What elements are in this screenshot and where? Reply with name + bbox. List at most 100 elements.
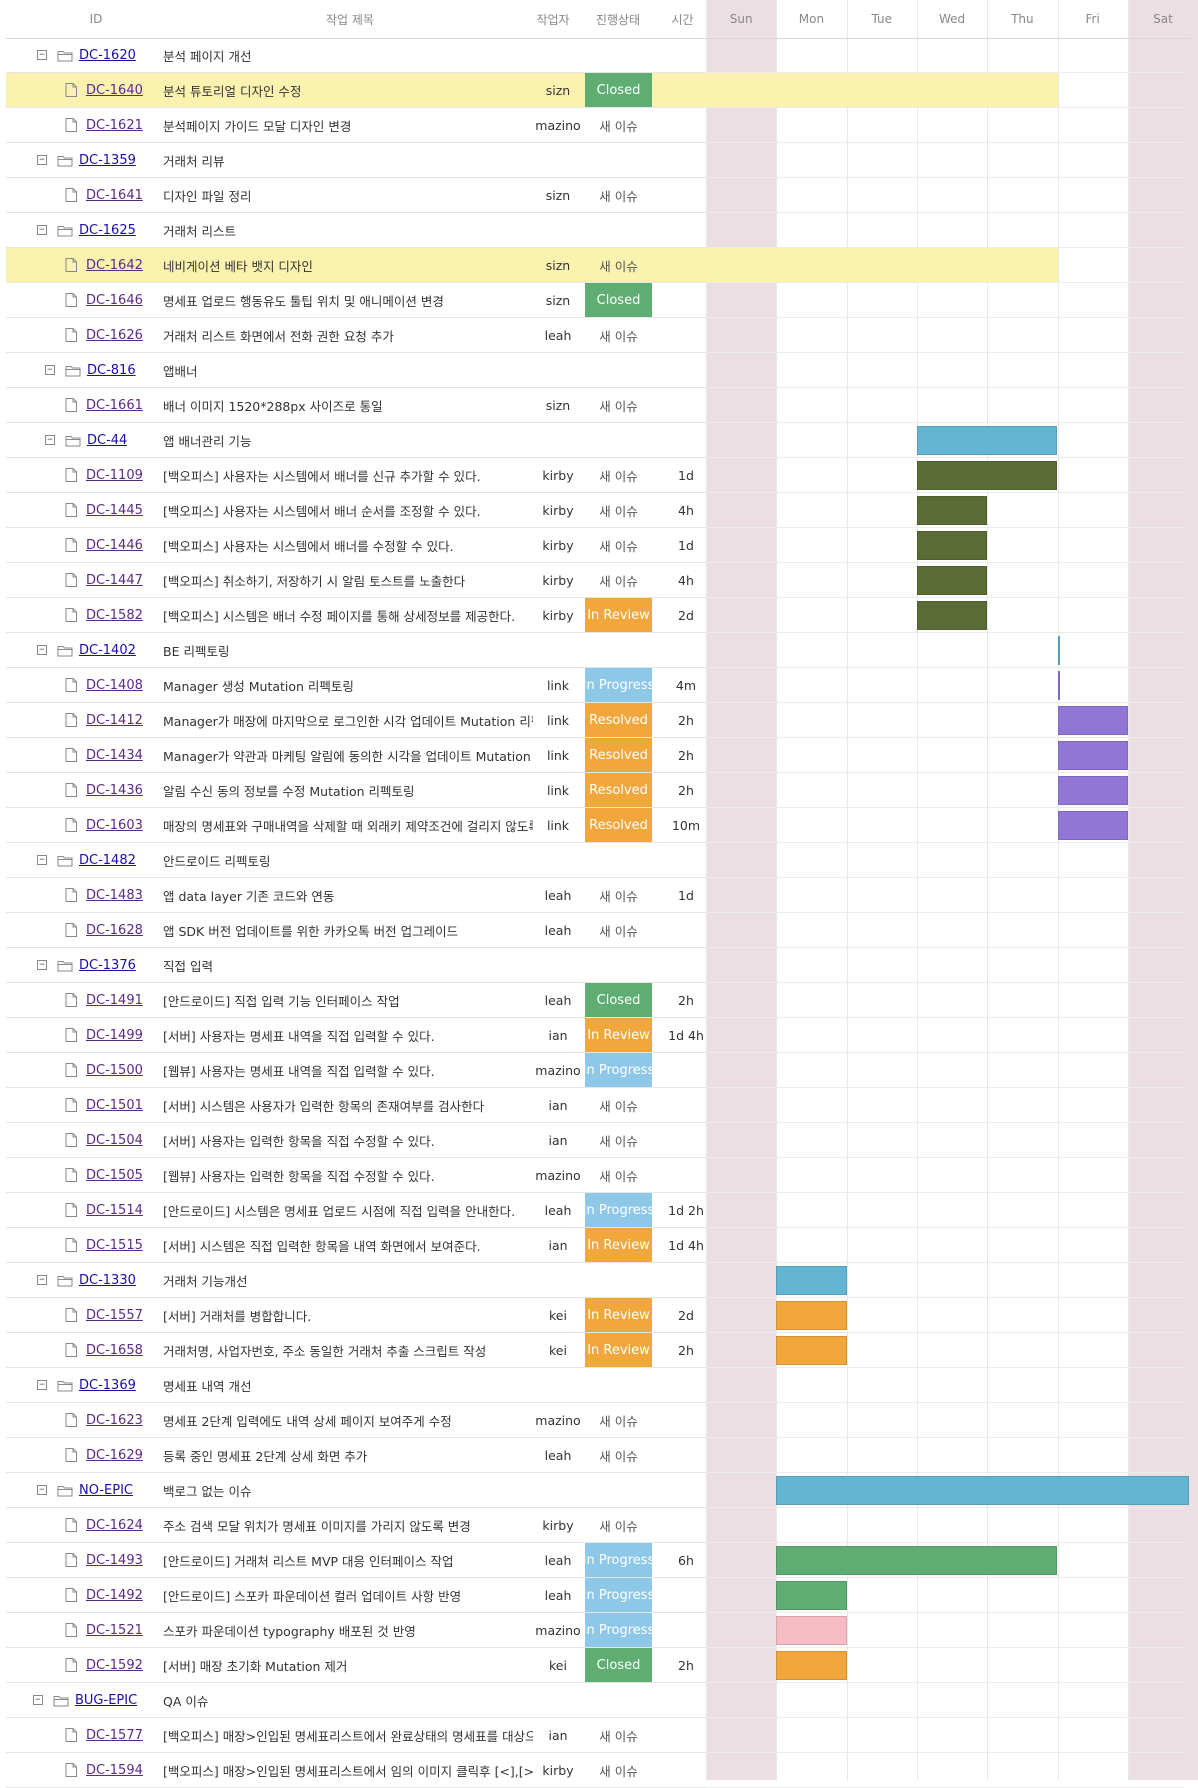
task-row[interactable]: DC-1504 [서버] 사용자는 입력한 항목을 직접 수정할 수 있다. ian… xyxy=(6,1123,706,1158)
issue-title[interactable]: [안드로이드] 직접 입력 기능 인터페이스 작업 xyxy=(163,983,533,1017)
issue-id-link[interactable]: DC-1557 xyxy=(86,1308,143,1323)
issue-id-link[interactable]: DC-1501 xyxy=(86,1098,143,1113)
issue-id-link[interactable]: DC-1499 xyxy=(86,1028,143,1043)
status-badge[interactable]: 새 이슈 xyxy=(585,458,652,492)
task-gantt-bar[interactable] xyxy=(776,1336,847,1365)
status-badge[interactable]: 새 이슈 xyxy=(585,878,652,912)
issue-id-link[interactable]: DC-1620 xyxy=(79,48,136,63)
task-gantt-bar[interactable] xyxy=(916,461,1058,490)
issue-id-link[interactable]: DC-1492 xyxy=(86,1588,143,1603)
issue-title[interactable]: 디자인 파일 정리 xyxy=(163,178,533,212)
issue-id-link[interactable]: DC-1646 xyxy=(86,293,143,308)
issue-id-link[interactable]: DC-1661 xyxy=(86,398,143,413)
issue-id-link[interactable]: DC-1447 xyxy=(86,573,143,588)
collapse-toggle-icon[interactable]: − xyxy=(37,1368,47,1402)
issue-title[interactable]: 명세표 2단계 입력에도 내역 상세 페이지 보여주게 수정 xyxy=(163,1403,533,1437)
status-badge[interactable]: In Progress xyxy=(585,1053,652,1087)
status-badge[interactable]: In Review xyxy=(585,598,652,632)
epic-gantt-bar[interactable] xyxy=(916,426,1058,455)
issue-title[interactable]: 네비게이션 베타 뱃지 디자인 xyxy=(163,248,533,282)
status-badge[interactable]: 새 이슈 xyxy=(585,563,652,597)
issue-title[interactable]: [서버] 사용자는 명세표 내역을 직접 입력할 수 있다. xyxy=(163,1018,533,1052)
task-row[interactable]: DC-1447 [백오피스] 취소하기, 저장하기 시 알림 토스트를 노출한다 k… xyxy=(6,563,706,598)
epic-row[interactable]: − DC-44 앱 배너관리 기능 xyxy=(6,423,706,458)
collapse-toggle-icon[interactable]: − xyxy=(37,948,47,982)
status-badge[interactable]: In Review xyxy=(585,1228,652,1262)
issue-title[interactable]: 거래처 리스트 xyxy=(163,213,533,247)
status-badge[interactable]: 새 이슈 xyxy=(585,493,652,527)
epic-row[interactable]: − DC-1330 거래처 기능개선 xyxy=(6,1263,706,1298)
issue-title[interactable]: 매장의 명세표와 구매내역을 삭제할 때 외래키 제약조건에 걸리지 않도록 수… xyxy=(163,808,533,842)
issue-title[interactable]: [백오피스] 사용자는 시스템에서 배너를 신규 추가할 수 있다. xyxy=(163,458,533,492)
status-badge[interactable] xyxy=(585,1683,652,1717)
issue-id-link[interactable]: DC-1626 xyxy=(86,328,143,343)
status-badge[interactable] xyxy=(585,213,652,247)
issue-title[interactable]: 거래처 리스트 화면에서 전화 권한 요청 추가 xyxy=(163,318,533,352)
issue-title[interactable]: 명세표 내역 개선 xyxy=(163,1368,533,1402)
issue-id-link[interactable]: DC-1482 xyxy=(79,853,136,868)
status-badge[interactable]: 새 이슈 xyxy=(585,1753,652,1787)
task-row[interactable]: DC-1434 Manager가 약관과 마케팅 알림에 동의한 시각을 업데이트… xyxy=(6,738,706,773)
task-row[interactable]: DC-1501 [서버] 시스템은 사용자가 입력한 항목의 존재여부를 검사한다… xyxy=(6,1088,706,1123)
task-row[interactable]: DC-1408 Manager 생성 Mutation 리펙토링 link In Pr… xyxy=(6,668,706,703)
status-badge[interactable] xyxy=(585,843,652,877)
issue-title[interactable]: [백오피스] 사용자는 시스템에서 배너 순서를 조정할 수 있다. xyxy=(163,493,533,527)
status-badge[interactable]: In Progress xyxy=(585,668,652,702)
status-badge[interactable]: 새 이슈 xyxy=(585,1508,652,1542)
issue-title[interactable]: Manager가 매장에 마지막으로 로그인한 시각 업데이트 Mutation… xyxy=(163,703,533,737)
task-row[interactable]: DC-1661 배너 이미지 1520*288px 사이즈로 통일 sizn 새 이슈 xyxy=(6,388,706,423)
task-gantt-bar[interactable] xyxy=(776,1301,847,1330)
task-gantt-bar[interactable] xyxy=(916,496,988,525)
status-badge[interactable] xyxy=(585,1263,652,1297)
status-badge[interactable] xyxy=(585,1473,652,1507)
issue-title[interactable]: [안드로이드] 거래처 리스트 MVP 대응 인터페이스 작업 xyxy=(163,1543,533,1577)
issue-id-link[interactable]: DC-1412 xyxy=(86,713,143,728)
task-row[interactable]: DC-1628 앱 SDK 버전 업데이트를 위한 카카오톡 버전 업그레이드 le… xyxy=(6,913,706,948)
issue-id-link[interactable]: DC-1577 xyxy=(86,1728,143,1743)
issue-title[interactable]: 백로그 없는 이슈 xyxy=(163,1473,533,1507)
status-badge[interactable]: 새 이슈 xyxy=(585,1123,652,1157)
task-row[interactable]: DC-1642 네비게이션 베타 뱃지 디자인 sizn 새 이슈 xyxy=(6,248,706,283)
task-row[interactable]: DC-1492 [안드로이드] 스포카 파운데이션 컬러 업데이트 사항 반영 le… xyxy=(6,1578,706,1613)
issue-id-link[interactable]: DC-1658 xyxy=(86,1343,143,1358)
task-row[interactable]: DC-1640 분석 튜토리얼 디자인 수정 sizn Closed xyxy=(6,73,706,108)
issue-title[interactable]: [안드로이드] 스포카 파운데이션 컬러 업데이트 사항 반영 xyxy=(163,1578,533,1612)
status-badge[interactable] xyxy=(585,1368,652,1402)
status-badge[interactable] xyxy=(585,633,652,667)
issue-id-link[interactable]: DC-1641 xyxy=(86,188,143,203)
task-gantt-bar[interactable] xyxy=(776,1651,847,1680)
status-badge[interactable]: 새 이슈 xyxy=(585,248,652,282)
task-row[interactable]: DC-1646 명세표 업로드 행동유도 툴팁 위치 및 애니메이션 변경 sizn… xyxy=(6,283,706,318)
issue-title[interactable]: 앱 data layer 기존 코드와 연동 xyxy=(163,878,533,912)
status-badge[interactable]: Resolved xyxy=(585,773,652,807)
issue-id-link[interactable]: DC-1109 xyxy=(86,468,143,483)
status-badge[interactable] xyxy=(585,423,652,457)
issue-id-link[interactable]: DC-1500 xyxy=(86,1063,143,1078)
issue-id-link[interactable]: DC-1625 xyxy=(79,223,136,238)
task-gantt-bar[interactable] xyxy=(776,1581,847,1610)
status-badge[interactable]: 새 이슈 xyxy=(585,1158,652,1192)
issue-title[interactable]: 주소 검색 모달 위치가 명세표 이미지를 가리지 않도록 변경 xyxy=(163,1508,533,1542)
task-row[interactable]: DC-1577 [백오피스] 매장>인입된 명세표리스트에서 완료상태의 명세표를… xyxy=(6,1718,706,1753)
issue-title[interactable]: 앱 배너관리 기능 xyxy=(163,423,533,457)
issue-id-link[interactable]: DC-1521 xyxy=(86,1623,143,1638)
task-row[interactable]: DC-1500 [웹뷰] 사용자는 명세표 내역을 직접 입력할 수 있다. maz… xyxy=(6,1053,706,1088)
task-row[interactable]: DC-1626 거래처 리스트 화면에서 전화 권한 요청 추가 leah 새 이슈 xyxy=(6,318,706,353)
status-badge[interactable]: Resolved xyxy=(585,808,652,842)
issue-title[interactable]: [서버] 거래처를 병합합니다. xyxy=(163,1298,533,1332)
epic-row[interactable]: − NO-EPIC 백로그 없는 이슈 xyxy=(6,1473,706,1508)
issue-title[interactable]: 거래처명, 사업자번호, 주소 동일한 거래처 추출 스크립트 작성 xyxy=(163,1333,533,1367)
status-badge[interactable]: Resolved xyxy=(585,703,652,737)
collapse-toggle-icon[interactable]: − xyxy=(37,213,47,247)
column-header-status[interactable]: 진행상태 xyxy=(580,0,656,38)
status-badge[interactable]: Closed xyxy=(585,1648,652,1682)
task-row[interactable]: DC-1623 명세표 2단계 입력에도 내역 상세 페이지 보여주게 수정 maz… xyxy=(6,1403,706,1438)
collapse-toggle-icon[interactable]: − xyxy=(37,633,47,667)
issue-title[interactable]: 직접 입력 xyxy=(163,948,533,982)
task-row[interactable]: DC-1521 스포카 파운데이션 typography 배포된 것 반영 mazi… xyxy=(6,1613,706,1648)
status-badge[interactable]: 새 이슈 xyxy=(585,178,652,212)
issue-id-link[interactable]: DC-1515 xyxy=(86,1238,143,1253)
collapse-toggle-icon[interactable]: − xyxy=(37,843,47,877)
task-row[interactable]: DC-1594 [백오피스] 매장>인입된 명세표리스트에서 임의 이미지 클릭후… xyxy=(6,1753,706,1788)
issue-title[interactable]: 명세표 업로드 행동유도 툴팁 위치 및 애니메이션 변경 xyxy=(163,283,533,317)
